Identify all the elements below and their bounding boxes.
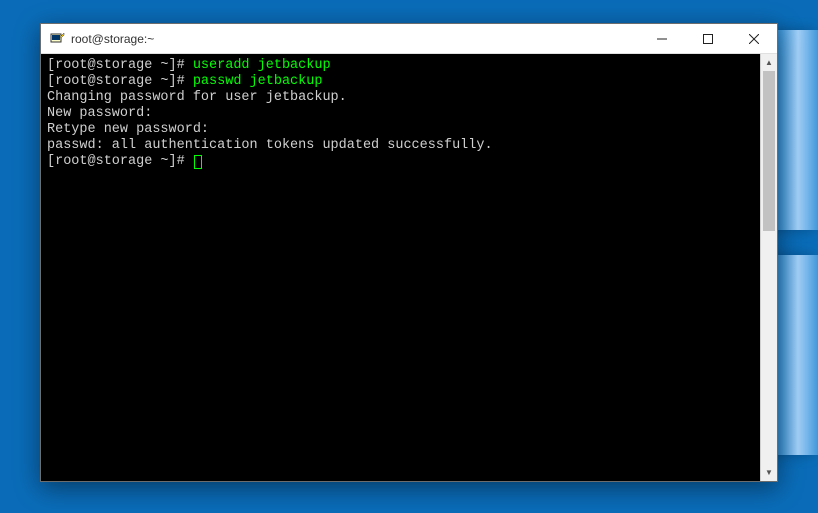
putty-icon: [49, 31, 65, 47]
terminal-line: [root@storage ~]# passwd jetbackup: [47, 74, 754, 90]
minimize-button[interactable]: [639, 24, 685, 53]
terminal-window: root@storage:~ [root@storage ~]# useradd…: [40, 23, 778, 482]
window-title: root@storage:~: [71, 32, 639, 46]
shell-prompt: [root@storage ~]#: [47, 58, 193, 73]
terminal-area: [root@storage ~]# useradd jetbackup[root…: [41, 54, 777, 481]
shell-command: useradd jetbackup: [193, 58, 331, 73]
shell-command: passwd jetbackup: [193, 74, 323, 89]
terminal-line: [root@storage ~]#: [47, 154, 754, 170]
terminal-output[interactable]: [root@storage ~]# useradd jetbackup[root…: [41, 54, 760, 481]
scroll-thumb[interactable]: [763, 71, 775, 231]
shell-prompt: [root@storage ~]#: [47, 74, 193, 89]
scrollbar[interactable]: ▲ ▼: [760, 54, 777, 481]
scroll-up-arrow[interactable]: ▲: [761, 54, 777, 71]
cursor: [194, 155, 202, 169]
maximize-button[interactable]: [685, 24, 731, 53]
terminal-line: Changing password for user jetbackup.: [47, 90, 754, 106]
terminal-line: New password:: [47, 106, 754, 122]
terminal-line: [root@storage ~]# useradd jetbackup: [47, 58, 754, 74]
window-controls: [639, 24, 777, 53]
scroll-track[interactable]: [761, 71, 777, 464]
shell-prompt: [root@storage ~]#: [47, 154, 193, 169]
titlebar[interactable]: root@storage:~: [41, 24, 777, 54]
terminal-line: passwd: all authentication tokens update…: [47, 138, 754, 154]
scroll-down-arrow[interactable]: ▼: [761, 464, 777, 481]
terminal-line: Retype new password:: [47, 122, 754, 138]
close-button[interactable]: [731, 24, 777, 53]
